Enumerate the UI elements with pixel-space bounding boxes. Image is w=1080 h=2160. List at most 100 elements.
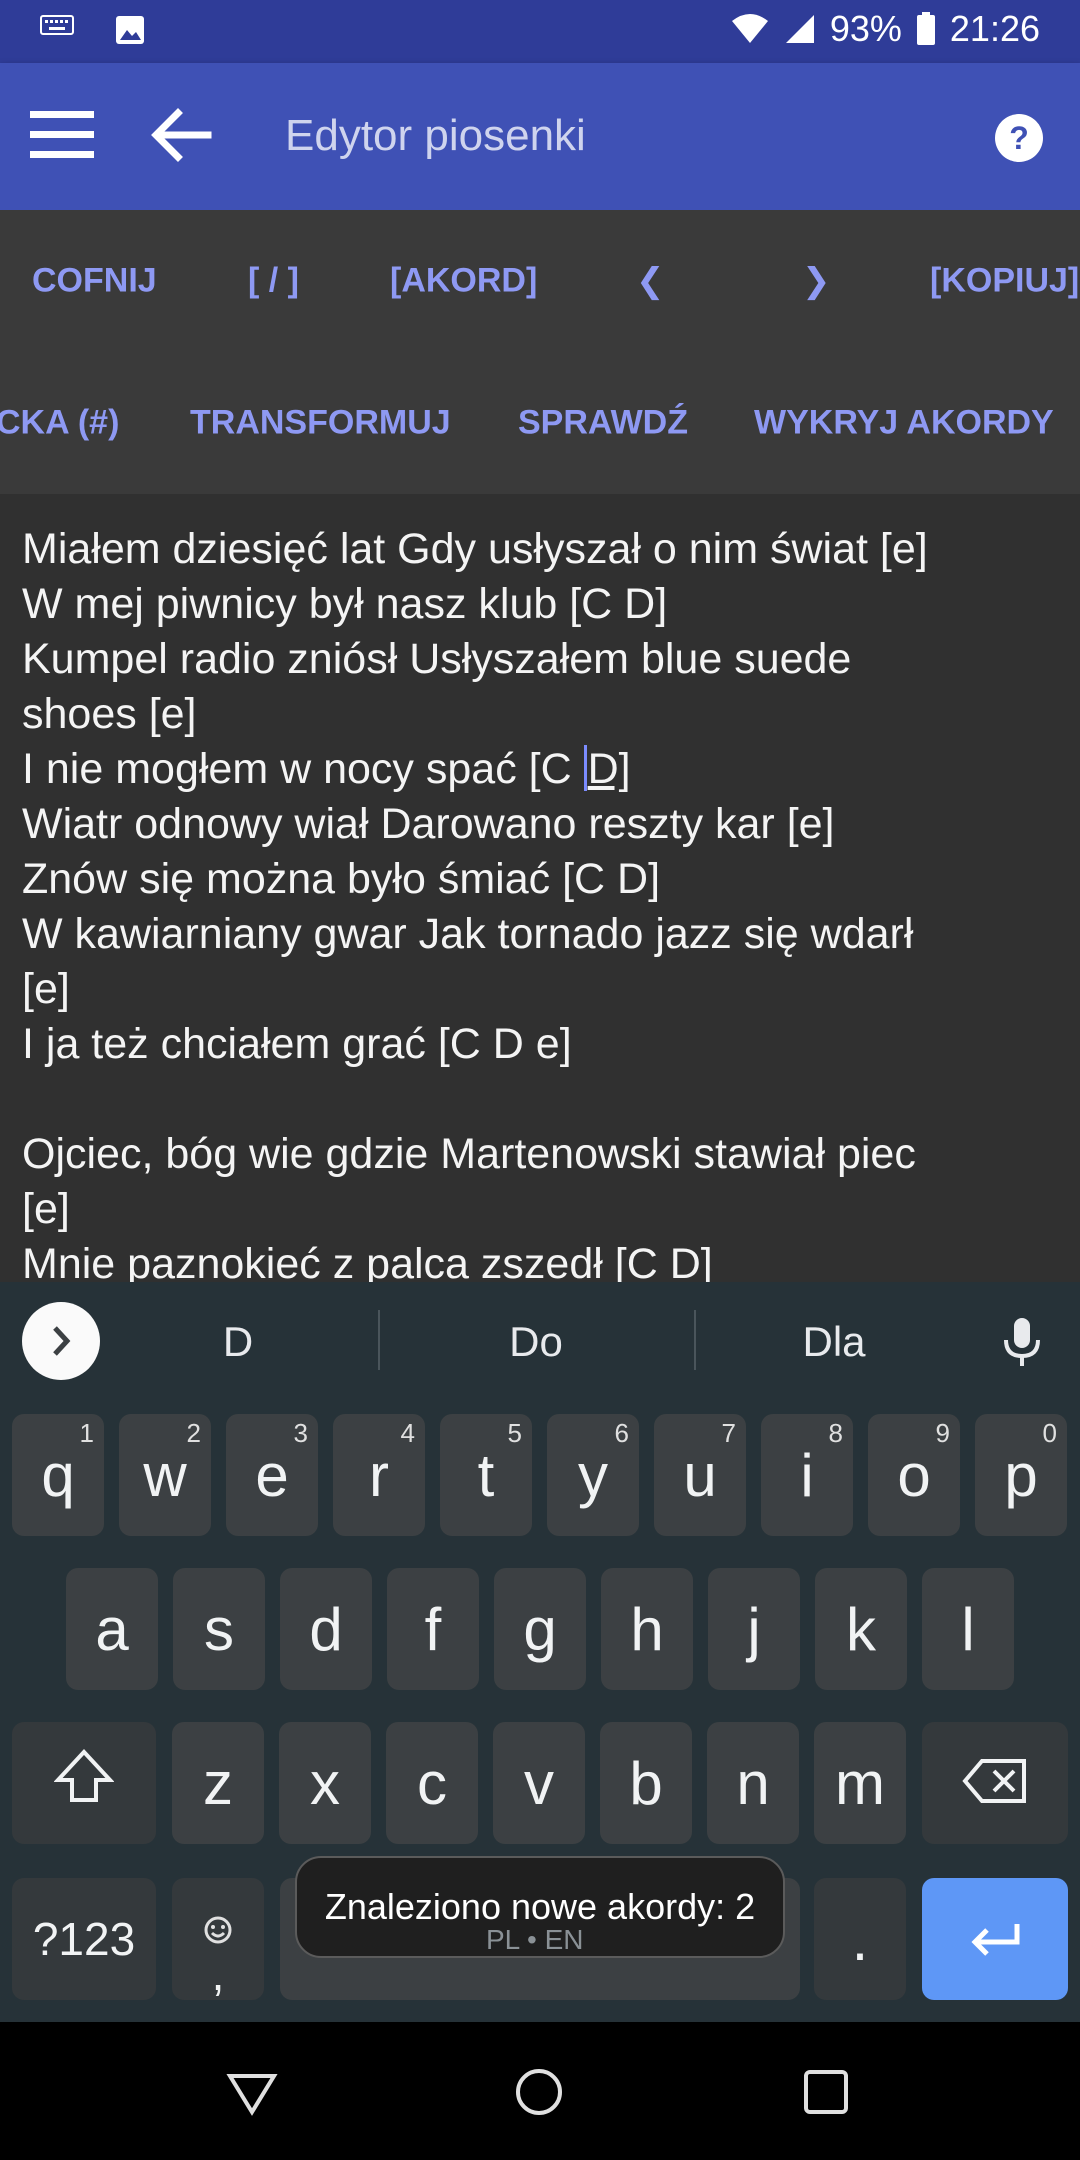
key-f[interactable]: f <box>387 1568 479 1690</box>
key-hint: 0 <box>1042 1418 1057 1448</box>
key-label: w <box>143 1441 187 1509</box>
transform-button[interactable]: TRANSFORMUJ <box>190 404 451 443</box>
suggestion-divider <box>378 1310 380 1370</box>
suggestion-word[interactable]: Dla <box>684 1318 984 1366</box>
recents-square-icon[interactable] <box>796 2062 856 2122</box>
key-hint: 3 <box>293 1418 308 1448</box>
help-icon[interactable]: ? <box>994 113 1044 163</box>
editor-line: W kawiarniany gwar Jak tornado jazz się … <box>22 910 914 958</box>
key-p[interactable]: p0 <box>975 1414 1067 1536</box>
text-cursor <box>583 745 587 791</box>
key-o[interactable]: o9 <box>868 1414 960 1536</box>
key-t[interactable]: t5 <box>440 1414 532 1536</box>
key-u[interactable]: u7 <box>654 1414 746 1536</box>
check-button[interactable]: SPRAWDŹ <box>518 404 688 443</box>
back-arrow-icon[interactable] <box>148 105 212 165</box>
slash-button[interactable]: [ / ] <box>248 262 299 301</box>
symbols-key-label: ?123 <box>32 1913 136 1965</box>
key-c[interactable]: c <box>386 1722 478 1844</box>
editor-toolbar-1: COFNIJ [ / ] [AKORD] ❮ ❯ [KOPIUJ] <box>0 210 1080 352</box>
key-n[interactable]: n <box>707 1722 799 1844</box>
key-hint: 7 <box>721 1418 736 1448</box>
key-r[interactable]: r4 <box>333 1414 425 1536</box>
key-w[interactable]: w2 <box>119 1414 211 1536</box>
mic-icon[interactable] <box>1002 1316 1042 1373</box>
key-label: t <box>477 1441 495 1509</box>
menu-icon[interactable] <box>28 105 98 165</box>
period-key[interactable]: . <box>814 1878 906 2000</box>
key-label: r <box>369 1441 389 1509</box>
song-editor[interactable]: Miałem dziesięć lat Gdy usłyszał o nim ś… <box>0 494 1080 1282</box>
key-b[interactable]: b <box>600 1722 692 1844</box>
key-label: q <box>41 1441 75 1509</box>
chord-button[interactable]: [AKORD] <box>390 262 537 301</box>
enter-key[interactable] <box>922 1878 1068 2000</box>
backspace-icon <box>962 1749 1028 1818</box>
editor-line: W mej piwnicy był nasz klub [C D] <box>22 580 668 628</box>
key-e[interactable]: e3 <box>226 1414 318 1536</box>
backspace-key[interactable] <box>922 1722 1068 1844</box>
suggestion-strip: D Do Dla <box>0 1282 1080 1402</box>
key-k[interactable]: k <box>815 1568 907 1690</box>
image-icon <box>114 14 146 51</box>
home-circle-icon[interactable] <box>509 2062 569 2122</box>
key-s[interactable]: s <box>173 1568 265 1690</box>
status-bar: 93% 21:26 <box>0 0 1080 63</box>
editor-line: I ja też chciałem grać [C D e] <box>22 1020 572 1068</box>
key-a[interactable]: a <box>66 1568 158 1690</box>
editor-line: Miałem dziesięć lat Gdy usłyszał o nim ś… <box>22 525 928 573</box>
suggestion-word[interactable]: D <box>88 1318 388 1366</box>
key-j[interactable]: j <box>708 1568 800 1690</box>
key-label: f <box>424 1595 442 1663</box>
page-title: Edytor piosenki <box>285 111 586 160</box>
key-l[interactable]: l <box>922 1568 1014 1690</box>
key-label: m <box>835 1749 885 1817</box>
shift-key[interactable] <box>12 1722 156 1844</box>
screen: 93% 21:26 Edytor piosenki ? COFNIJ [ / ]… <box>0 0 1080 2160</box>
sharp-flat-button[interactable]: CKA (#) <box>0 404 119 443</box>
line-text-after-cursor: D] <box>587 745 631 793</box>
key-y[interactable]: y6 <box>547 1414 639 1536</box>
key-label: a <box>95 1595 129 1663</box>
key-m[interactable]: m <box>814 1722 906 1844</box>
key-label: i <box>800 1441 814 1509</box>
line-text-before-cursor: I nie mogłem w nocy spać [C <box>22 745 584 793</box>
key-label: v <box>524 1749 554 1817</box>
language-label: PL • EN <box>486 1924 584 1955</box>
comma-emoji-key[interactable]: , <box>172 1878 264 2000</box>
key-label: y <box>578 1441 608 1509</box>
symbols-key[interactable]: ?123 <box>12 1878 156 2000</box>
detect-chords-button[interactable]: WYKRYJ AKORDY <box>754 404 1054 443</box>
move-left-button[interactable]: ❮ <box>636 261 665 301</box>
key-hint: 8 <box>828 1418 843 1448</box>
key-q[interactable]: q1 <box>12 1414 104 1536</box>
copy-button[interactable]: [KOPIUJ] <box>930 262 1079 301</box>
editor-toolbar-2: CKA (#) TRANSFORMUJ SPRAWDŹ WYKRYJ AKORD… <box>0 352 1080 494</box>
key-label: d <box>309 1595 343 1663</box>
key-z[interactable]: z <box>172 1722 264 1844</box>
battery-percent: 93% <box>829 8 902 49</box>
key-v[interactable]: v <box>493 1722 585 1844</box>
key-label: e <box>255 1441 289 1509</box>
key-label: b <box>629 1749 663 1817</box>
suggestion-word[interactable]: Do <box>386 1318 686 1366</box>
editor-line: Kumpel radio zniósł Usłyszałem blue sued… <box>22 635 852 683</box>
key-x[interactable]: x <box>279 1722 371 1844</box>
key-hint: 6 <box>614 1418 629 1448</box>
key-i[interactable]: i8 <box>761 1414 853 1536</box>
undo-button[interactable]: COFNIJ <box>32 262 157 301</box>
app-bar: Edytor piosenki ? <box>0 63 1080 210</box>
battery-icon <box>916 12 936 46</box>
key-d[interactable]: d <box>280 1568 372 1690</box>
key-label: l <box>961 1595 975 1663</box>
key-hint: 5 <box>507 1418 522 1448</box>
key-g[interactable]: g <box>494 1568 586 1690</box>
move-right-button[interactable]: ❯ <box>802 261 831 301</box>
editor-line: Ojciec, bóg wie gdzie Martenowski stawia… <box>22 1130 916 1178</box>
period-label: . <box>851 1905 869 1973</box>
key-hint: 9 <box>935 1418 950 1448</box>
back-triangle-icon[interactable] <box>222 2062 282 2122</box>
key-h[interactable]: h <box>601 1568 693 1690</box>
key-label: k <box>846 1595 876 1663</box>
editor-line-with-cursor: I nie mogłem w nocy spać [C D] <box>22 742 1058 797</box>
